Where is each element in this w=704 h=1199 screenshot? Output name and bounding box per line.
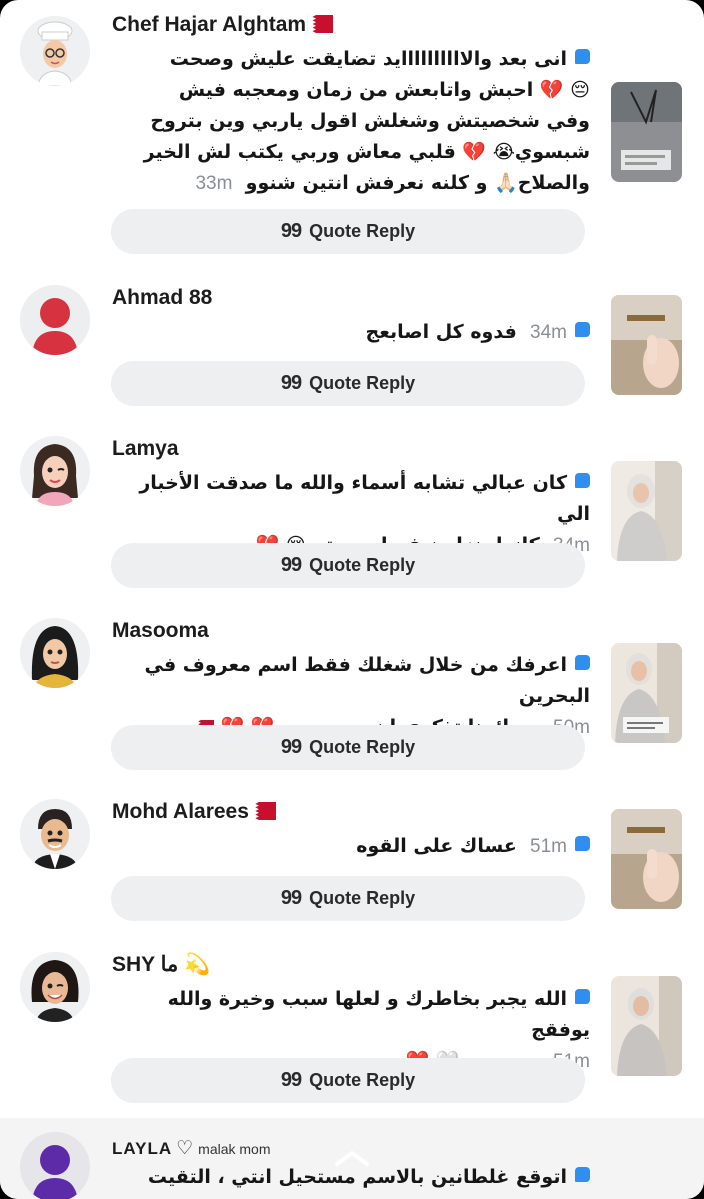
commenter-name[interactable]: SHY ما 💫	[112, 952, 210, 978]
comment-line: وفي شخصيتش وشغلش اقول ياربي وين بتروح	[150, 110, 590, 132]
quote-reply-label: Quote Reply	[309, 737, 416, 757]
comment-line: اعرفك من خلال شغلك فقط اسم معروف في البح…	[144, 654, 590, 707]
avatar[interactable]	[20, 618, 90, 688]
comment-line: 😔 💔 احبش واتابعش من زمان ومعجبه فيش	[178, 79, 590, 101]
quote-icon: 99	[280, 736, 302, 758]
quote-reply-button[interactable]: 99 Quote Reply	[111, 209, 585, 254]
avatar[interactable]	[20, 285, 90, 355]
quote-reply-button[interactable]: 99 Quote Reply	[111, 1058, 585, 1103]
quote-reply-label: Quote Reply	[309, 1070, 416, 1090]
quote-reply-button[interactable]: 99 Quote Reply	[111, 876, 585, 921]
chat-bubble-icon	[575, 322, 590, 337]
commenter-name-text: Mohd Alarees	[112, 800, 249, 823]
avatar[interactable]	[20, 799, 90, 869]
commenter-name[interactable]: Chef Hajar Alghtam	[112, 12, 334, 38]
quote-reply-button[interactable]: 99 Quote Reply	[111, 361, 585, 406]
quote-icon: 99	[280, 372, 302, 394]
quote-reply-label: Quote Reply	[309, 555, 416, 575]
timestamp: 33m	[195, 173, 233, 194]
comment-line: الله يجبر بخاطرك و لعلها سبب وخيرة والله…	[167, 988, 590, 1041]
quote-reply-label: Quote Reply	[309, 888, 416, 908]
avatar[interactable]	[20, 16, 90, 86]
commenter-name-text: Chef Hajar Alghtam	[112, 13, 307, 36]
bahrain-flag-icon	[307, 15, 334, 33]
heart-outline-icon: ♡	[176, 1138, 195, 1159]
quote-reply-label: Quote Reply	[309, 373, 416, 393]
quote-reply-label: Quote Reply	[309, 221, 416, 241]
bahrain-flag-icon	[249, 802, 276, 820]
timestamp: 34m	[530, 322, 567, 343]
comment-line: والصلاح🙏🏻 و كلنه نعرفش انتين شنوو 33m	[195, 172, 590, 194]
timestamp: 51m	[530, 836, 567, 857]
commenter-name[interactable]: Mohd Alarees	[112, 799, 276, 825]
comment-text: 51m عساك على القوه	[112, 831, 590, 862]
comment-text: 34m فدوه كل اصابعج	[112, 317, 590, 348]
commenter-name[interactable]: Lamya	[112, 436, 179, 462]
story-thumbnail[interactable]	[611, 82, 682, 182]
commenter-name-text: LAYLA	[112, 1139, 173, 1158]
avatar[interactable]	[20, 952, 90, 1022]
quote-icon: 99	[280, 220, 302, 242]
commenter-name[interactable]: LAYLA ♡ malak mom	[112, 1136, 271, 1162]
comment-line: 34m فدوه كل اصابعج	[112, 317, 590, 348]
story-thumbnail[interactable]	[611, 976, 682, 1076]
story-thumbnail[interactable]	[611, 809, 682, 909]
quote-icon: 99	[280, 887, 302, 909]
chat-bubble-icon	[575, 989, 590, 1004]
chevron-up-icon[interactable]	[333, 1148, 371, 1168]
chat-bubble-icon	[575, 655, 590, 670]
chat-bubble-icon	[575, 49, 590, 64]
comment-text: انى بعد والاااااااااايد تضايقت عليش وصحت…	[112, 44, 590, 199]
quote-reply-button[interactable]: 99 Quote Reply	[111, 543, 585, 588]
chat-bubble-icon	[575, 473, 590, 488]
chat-bubble-icon	[575, 836, 590, 851]
comments-screen: Chef Hajar Alghtam انى بعد والاااااااااا…	[0, 0, 704, 1199]
chat-bubble-icon	[575, 1167, 590, 1182]
commenter-subtitle: malak mom	[198, 1141, 271, 1157]
comment-line: 51m عساك على القوه	[112, 831, 590, 862]
comment-line: انى بعد والاااااااااايد تضايقت عليش وصحت	[112, 44, 590, 75]
quote-icon: 99	[280, 554, 302, 576]
avatar[interactable]	[20, 436, 90, 506]
commenter-name[interactable]: Masooma	[112, 618, 209, 644]
comment-line: كان عبالي تشابه أسماء والله ما صدقت الأخ…	[139, 472, 590, 525]
commenter-name[interactable]: Ahmad 88	[112, 285, 212, 311]
avatar[interactable]	[20, 1132, 90, 1199]
story-thumbnail[interactable]	[611, 461, 682, 561]
quote-reply-button[interactable]: 99 Quote Reply	[111, 725, 585, 770]
comment-line: شبسوي😭 💔 قلبي معاش وربي يكتب لش الخير	[143, 141, 590, 163]
quote-icon: 99	[280, 1069, 302, 1091]
story-thumbnail[interactable]	[611, 295, 682, 395]
story-thumbnail[interactable]	[611, 643, 682, 743]
